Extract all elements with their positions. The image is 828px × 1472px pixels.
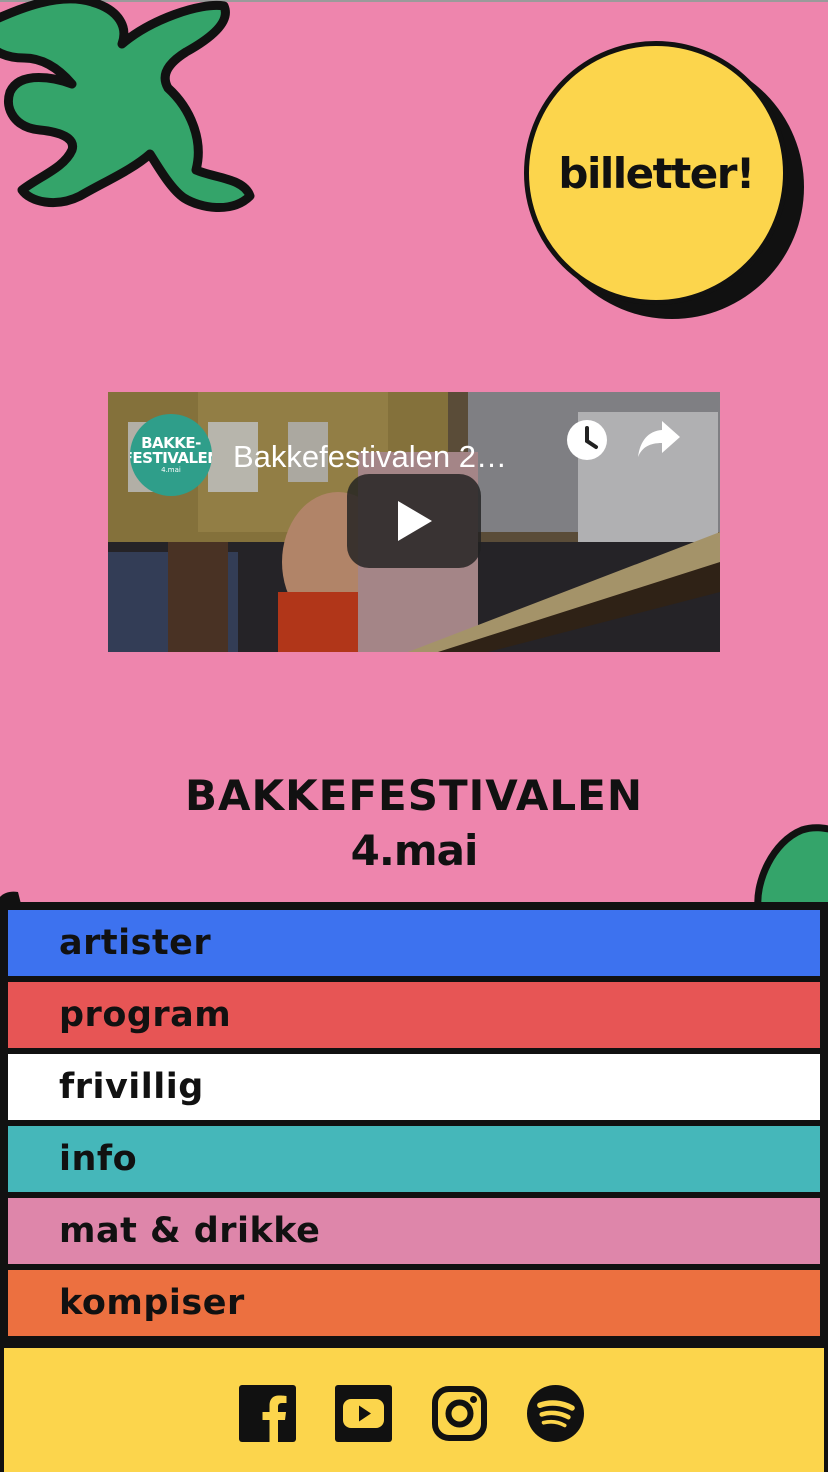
- tickets-button-label: billetter!: [558, 148, 755, 198]
- nav-item-label: mat & drikke: [59, 1211, 321, 1251]
- event-date: 4.mai: [350, 826, 479, 875]
- nav-item-label: frivillig: [59, 1067, 204, 1107]
- main-navigation: artister program frivillig info mat & dr…: [0, 902, 828, 1344]
- leaf-decoration-right: [754, 824, 828, 906]
- event-heading: BAKKEFESTIVALEN 4.mai: [0, 770, 828, 880]
- nav-item-label: program: [59, 995, 232, 1035]
- nav-item-mat-drikke[interactable]: mat & drikke: [8, 1198, 820, 1264]
- nav-item-info[interactable]: info: [8, 1126, 820, 1192]
- instagram-icon[interactable]: [431, 1385, 488, 1442]
- nav-item-label: info: [59, 1139, 138, 1179]
- nav-item-artister[interactable]: artister: [8, 910, 820, 976]
- nav-item-kompiser[interactable]: kompiser: [8, 1270, 820, 1336]
- event-name: BAKKEFESTIVALEN: [185, 771, 643, 820]
- video-title[interactable]: Bakkefestivalen 2…: [233, 439, 507, 475]
- facebook-icon[interactable]: [239, 1385, 296, 1442]
- play-button[interactable]: [347, 474, 481, 568]
- share-icon[interactable]: [636, 419, 682, 459]
- nav-item-label: artister: [59, 923, 212, 963]
- watch-later-icon[interactable]: [565, 418, 609, 462]
- video-player[interactable]: BAKKE- FESTIVALEN 4.mai Bakkefestivalen …: [108, 392, 720, 652]
- leaf-decoration: [0, 0, 255, 213]
- youtube-icon[interactable]: [335, 1385, 392, 1442]
- nav-item-frivillig[interactable]: frivillig: [8, 1054, 820, 1120]
- play-icon: [398, 501, 432, 541]
- spotify-icon[interactable]: [527, 1385, 584, 1442]
- footer: [0, 1344, 828, 1472]
- social-bar: [4, 1348, 824, 1472]
- nav-item-label: kompiser: [59, 1283, 245, 1323]
- nav-item-program[interactable]: program: [8, 982, 820, 1048]
- tickets-button[interactable]: billetter!: [524, 41, 788, 305]
- channel-logo[interactable]: BAKKE- FESTIVALEN 4.mai: [130, 414, 212, 496]
